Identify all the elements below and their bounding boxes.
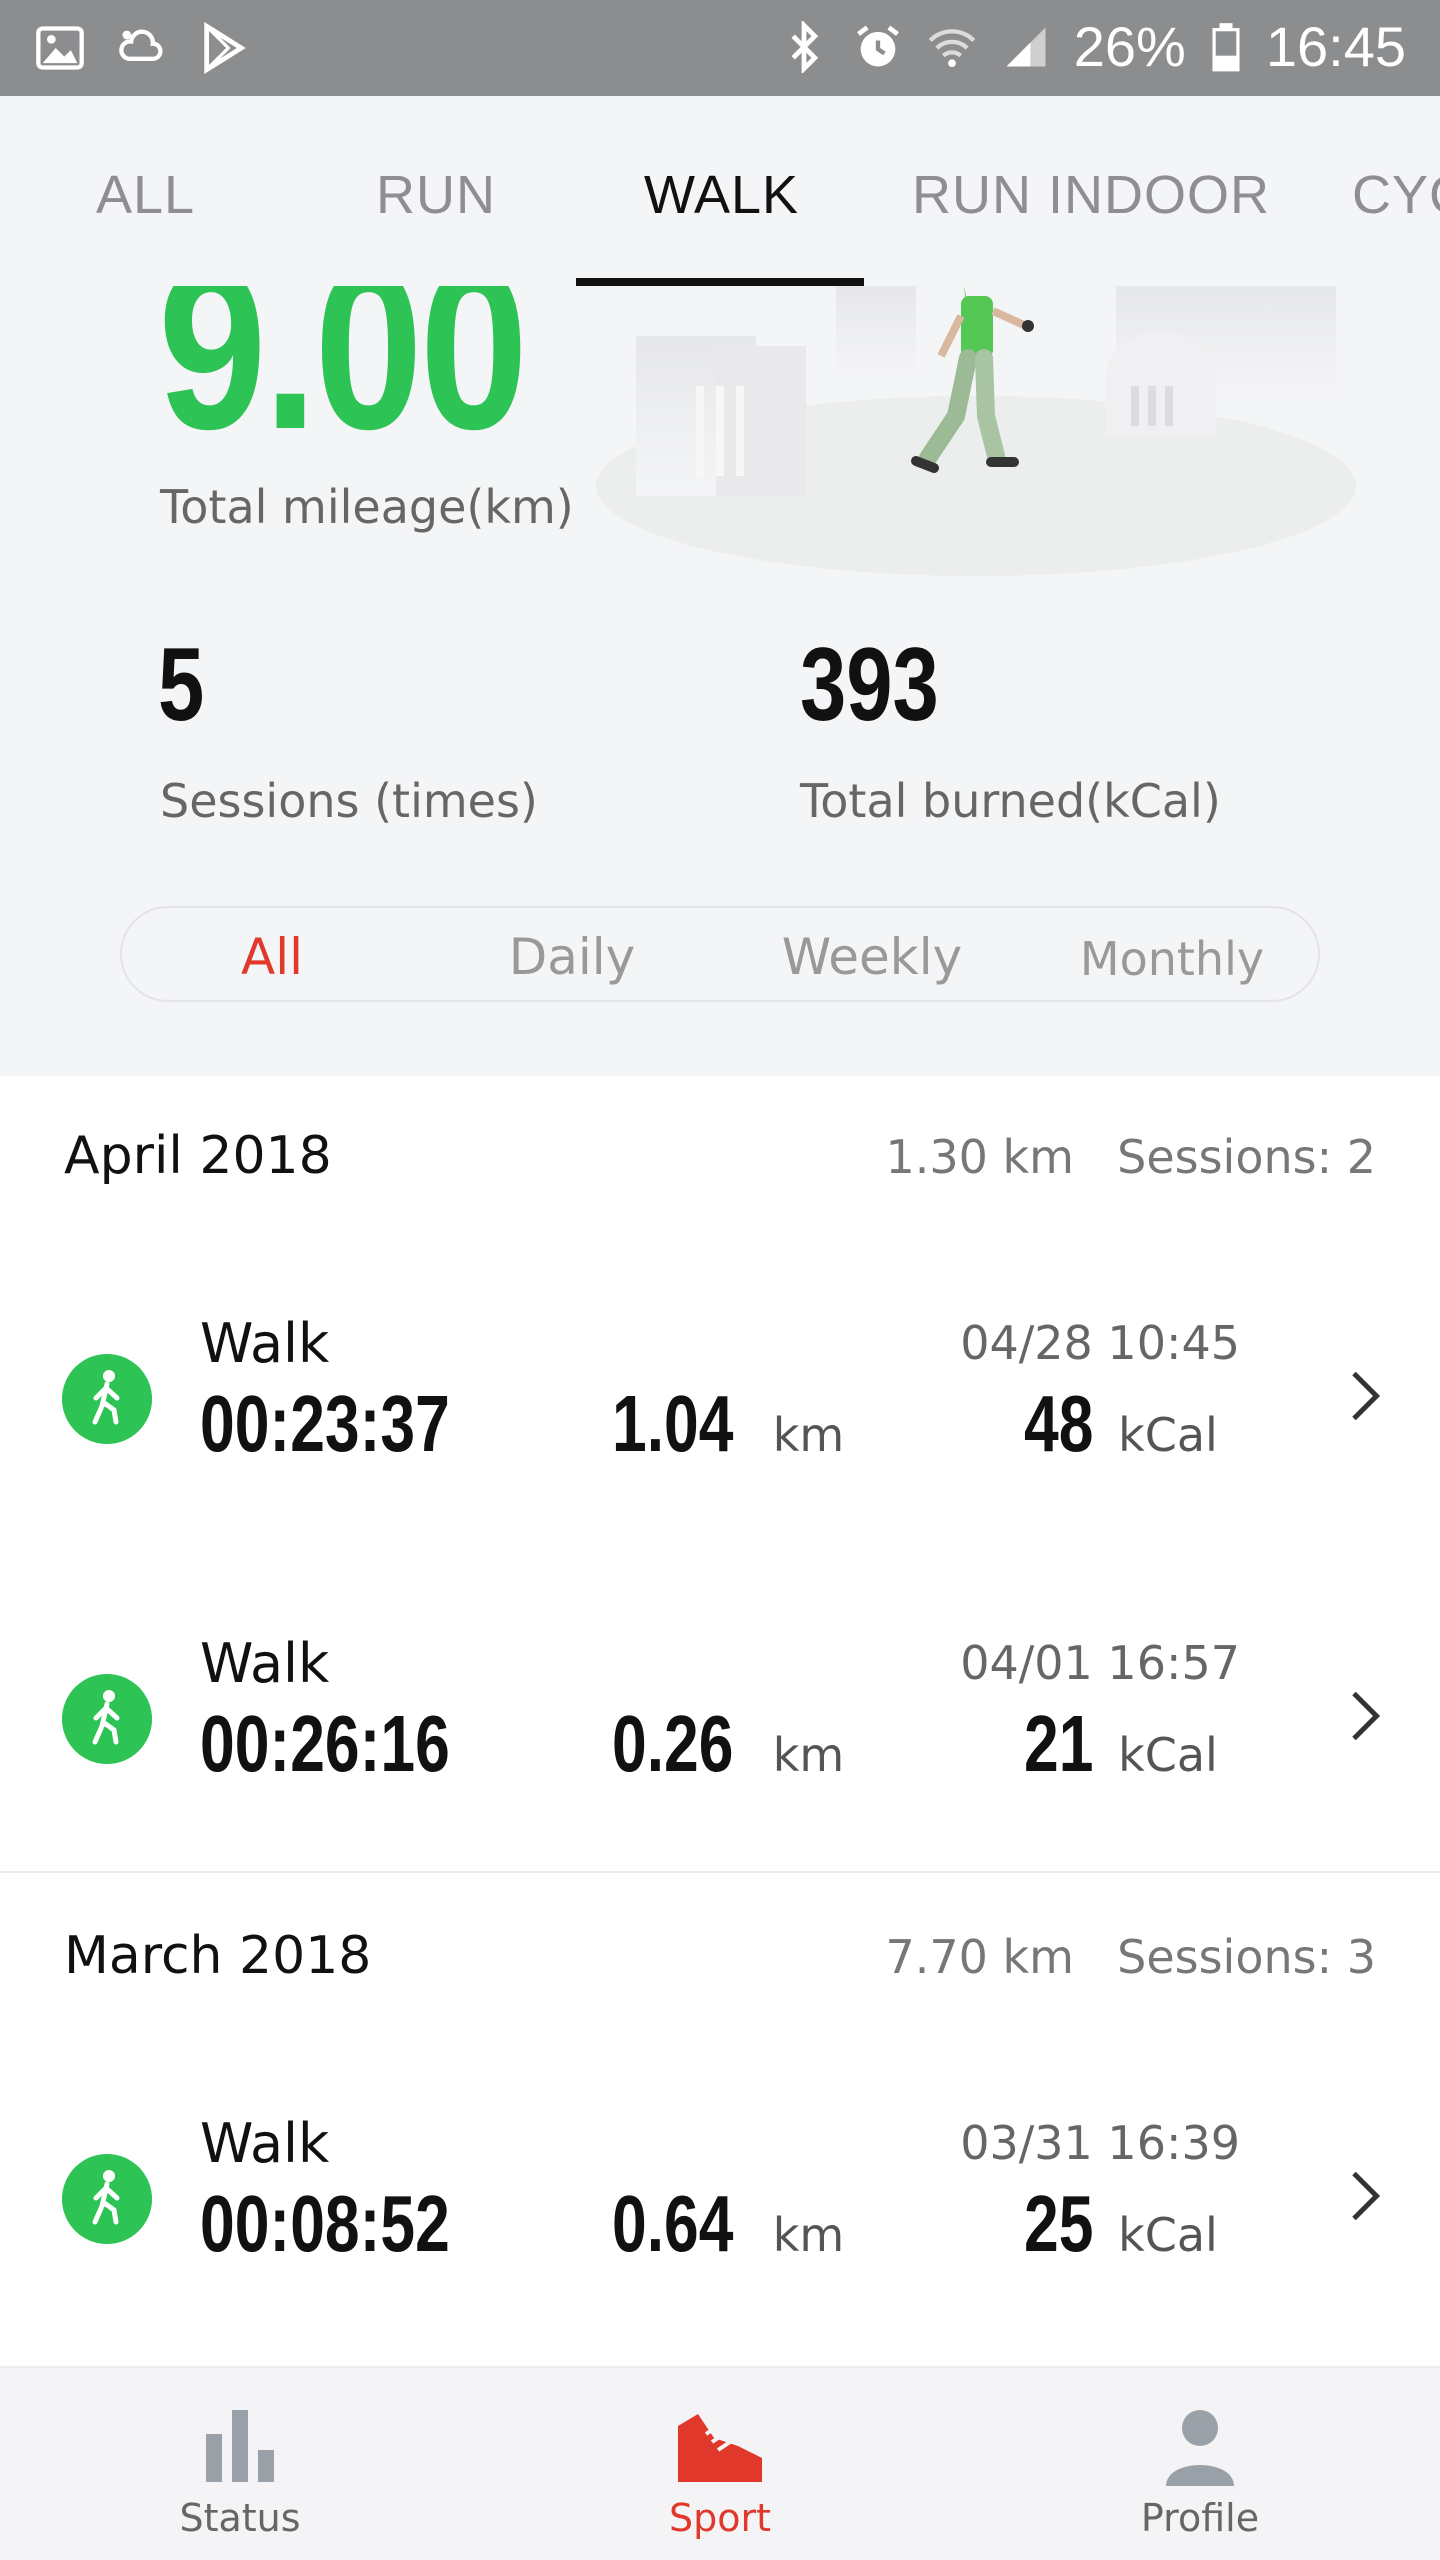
distance-value: 0.26 <box>612 1699 734 1788</box>
activity-date: 03/31 16:39 <box>960 2116 1240 2170</box>
walk-icon <box>62 2154 152 2244</box>
status-left-icons <box>34 22 250 74</box>
distance-unit: km <box>772 1728 845 1782</box>
nav-status[interactable]: Status <box>0 2368 480 2560</box>
shoe-icon <box>678 2414 762 2482</box>
burned-label: Total burned(kCal) <box>800 774 1221 828</box>
status-bar: 26% 16:45 <box>0 0 1440 96</box>
month-sessions: Sessions: 2 <box>1117 1130 1376 1184</box>
section-divider <box>0 1871 1440 1873</box>
sport-type-tabs: ALL RUN WALK RUN INDOOR CYC <box>0 96 1440 286</box>
activity-date: 04/28 10:45 <box>960 1316 1240 1370</box>
bottom-navigation: Status Sport Profile <box>0 2366 1440 2560</box>
distance-unit: km <box>772 1408 845 1462</box>
month-title: April 2018 <box>64 1126 332 1186</box>
bluetooth-icon <box>791 20 818 73</box>
chevron-right-icon[interactable] <box>1334 1366 1394 1426</box>
nav-status-label: Status <box>179 2496 301 2540</box>
calories-unit: kCal <box>1118 2208 1218 2262</box>
activity-calories: 48 kCal <box>1024 1378 1218 1470</box>
activity-calories: 21 kCal <box>1024 1698 1218 1790</box>
total-mileage-value: 9.00 <box>158 286 528 477</box>
alarm-icon <box>856 25 899 66</box>
activity-calories: 25 kCal <box>1024 2178 1218 2270</box>
tab-cycling[interactable]: CYC <box>1352 164 1440 226</box>
activity-type: Walk <box>200 1632 330 1695</box>
filter-all[interactable]: All <box>122 928 422 986</box>
activity-distance: 0.26 km <box>612 1698 844 1790</box>
distance-value: 0.64 <box>612 2179 734 2268</box>
activity-row[interactable]: Walk 04/01 16:57 00:26:16 0.26 km 21 kCa… <box>0 1576 1440 1876</box>
walking-person-illustration <box>596 286 1356 576</box>
sessions-label: Sessions (times) <box>160 774 538 828</box>
weather-icon <box>119 29 163 61</box>
activity-type: Walk <box>200 1312 330 1375</box>
calories-value: 48 <box>1024 1379 1094 1468</box>
status-right: 26% 16:45 <box>778 14 1406 79</box>
battery-percentage: 26% <box>1073 15 1186 78</box>
month-header: April 2018 1.30 km Sessions: 2 <box>0 1076 1440 1236</box>
calories-unit: kCal <box>1118 1408 1218 1462</box>
active-tab-indicator <box>576 278 864 286</box>
activity-duration: 00:26:16 <box>200 1699 450 1788</box>
month-distance: 7.70 km <box>885 1930 1075 1984</box>
period-filter: All Daily Weekly Monthly <box>120 906 1320 1002</box>
month-distance: 1.30 km <box>885 1130 1075 1184</box>
image-icon <box>36 26 84 70</box>
bar-chart-icon <box>206 2410 274 2482</box>
activity-date: 04/01 16:57 <box>960 1636 1240 1690</box>
activity-row[interactable]: Walk 04/28 10:45 00:23:37 1.04 km 48 kCa… <box>0 1256 1440 1556</box>
play-store-icon <box>204 22 246 74</box>
activity-distance: 1.04 km <box>612 1378 844 1470</box>
activity-duration: 00:08:52 <box>200 2179 450 2268</box>
distance-unit: km <box>772 2208 845 2262</box>
activity-list: April 2018 1.30 km Sessions: 2 Walk 04/2… <box>0 1076 1440 2366</box>
nav-profile[interactable]: Profile <box>960 2368 1440 2560</box>
tab-run[interactable]: RUN <box>376 164 496 226</box>
calories-unit: kCal <box>1118 1728 1218 1782</box>
filter-daily[interactable]: Daily <box>422 928 722 986</box>
chevron-right-icon[interactable] <box>1334 1686 1394 1746</box>
calories-value: 21 <box>1024 1699 1094 1788</box>
total-mileage-label: Total mileage(km) <box>160 480 574 534</box>
tab-walk[interactable]: WALK <box>644 164 799 226</box>
signal-icon <box>1006 27 1046 66</box>
walk-icon <box>62 1354 152 1444</box>
filter-monthly[interactable]: Monthly <box>1022 932 1322 986</box>
activity-type: Walk <box>200 2112 330 2175</box>
nav-sport[interactable]: Sport <box>480 2368 960 2560</box>
chevron-right-icon[interactable] <box>1334 2166 1394 2226</box>
activity-row[interactable]: Walk 03/31 16:39 00:08:52 0.64 km 25 kCa… <box>0 2056 1440 2356</box>
walk-icon <box>62 1674 152 1764</box>
month-header: March 2018 7.70 km Sessions: 3 <box>0 1876 1440 2036</box>
tab-run-indoor[interactable]: RUN INDOOR <box>912 164 1270 226</box>
nav-sport-label: Sport <box>668 2496 771 2540</box>
summary-panel: 9.00 Total mileage(km) 5 Sessions (times… <box>0 286 1440 1076</box>
sessions-value: 5 <box>158 627 205 743</box>
battery-icon <box>1212 22 1240 71</box>
burned-value: 393 <box>800 627 939 743</box>
person-icon <box>1166 2410 1234 2486</box>
clock: 16:45 <box>1265 15 1406 78</box>
tab-all[interactable]: ALL <box>96 164 195 226</box>
month-title: March 2018 <box>64 1926 372 1986</box>
wifi-icon <box>928 28 975 67</box>
activity-distance: 0.64 km <box>612 2178 844 2270</box>
nav-profile-label: Profile <box>1140 2496 1260 2540</box>
distance-value: 1.04 <box>612 1379 734 1468</box>
month-sessions: Sessions: 3 <box>1117 1930 1376 1984</box>
calories-value: 25 <box>1024 2179 1094 2268</box>
activity-duration: 00:23:37 <box>200 1379 450 1468</box>
filter-weekly[interactable]: Weekly <box>722 928 1022 986</box>
